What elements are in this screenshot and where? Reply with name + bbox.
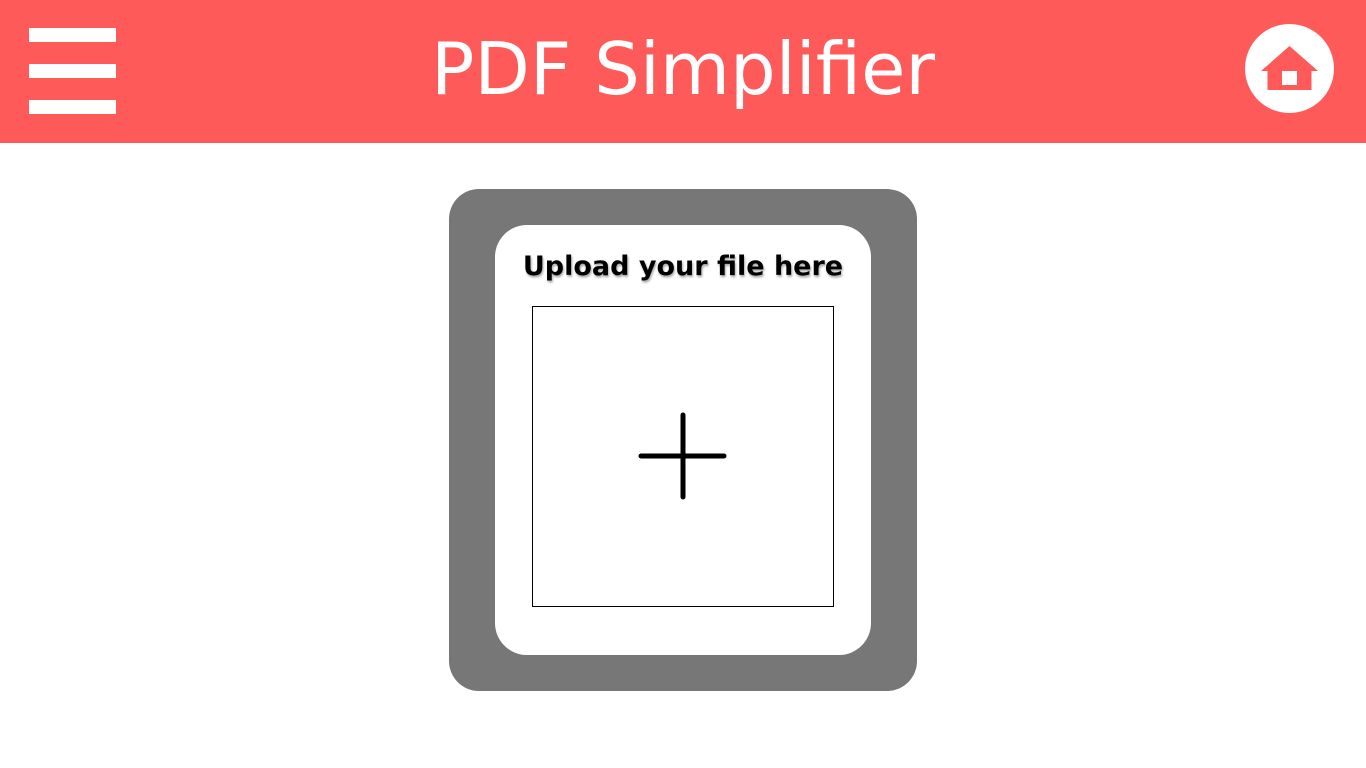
upload-heading: Upload your file here xyxy=(522,251,844,282)
file-drop-zone[interactable] xyxy=(532,306,834,607)
upload-panel-frame: Upload your file here xyxy=(449,189,917,691)
home-button[interactable] xyxy=(1245,24,1334,113)
upload-card: Upload your file here xyxy=(495,225,871,655)
top-header-bar: PDF Simplifier xyxy=(0,0,1366,143)
plus-icon xyxy=(638,412,727,500)
home-icon xyxy=(1261,46,1318,90)
app-title: PDF Simplifier xyxy=(431,27,935,111)
